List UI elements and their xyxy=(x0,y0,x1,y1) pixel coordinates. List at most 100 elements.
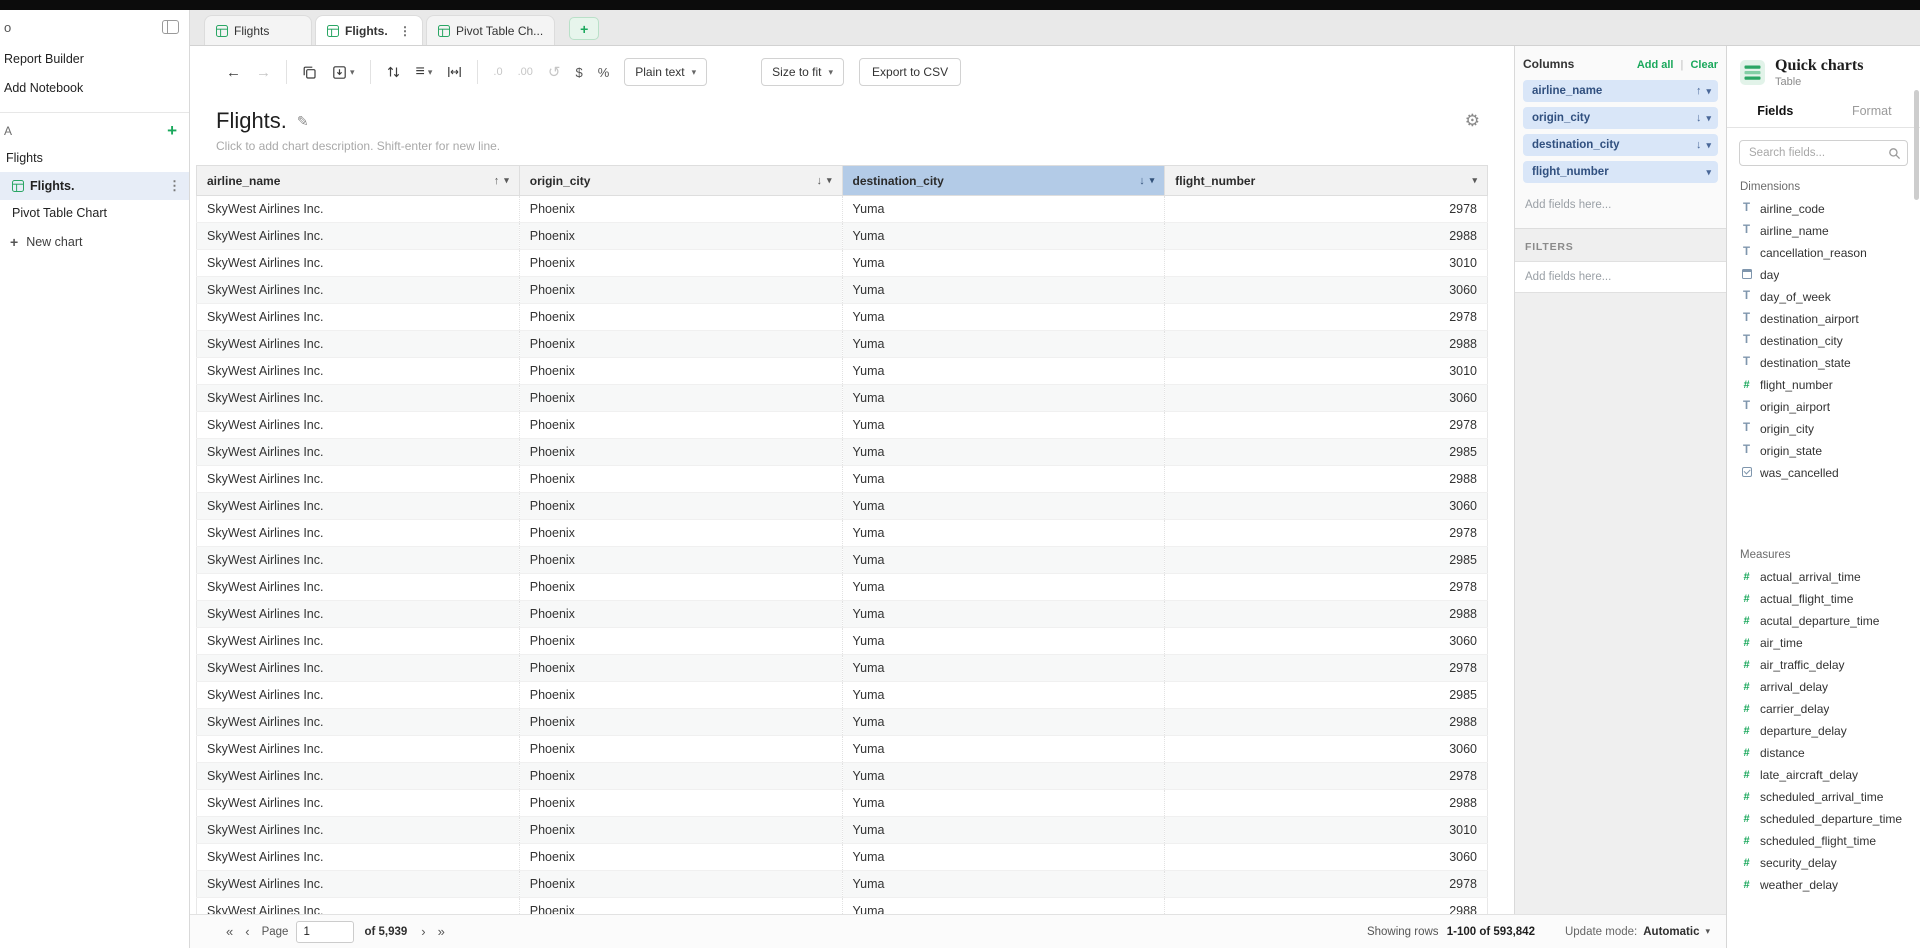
table-cell[interactable]: 2988 xyxy=(1165,466,1488,493)
column-pill-origin_city[interactable]: origin_city↓▾ xyxy=(1523,107,1718,129)
table-cell[interactable]: Yuma xyxy=(842,466,1165,493)
field-item-carrier_delay[interactable]: #carrier_delay xyxy=(1727,698,1920,720)
table-cell[interactable]: 2988 xyxy=(1165,898,1488,915)
new-chart-button[interactable]: + New chart xyxy=(0,226,189,256)
chevron-down-icon[interactable]: ▾ xyxy=(1706,86,1711,97)
table-row[interactable]: SkyWest Airlines Inc.PhoenixYuma3010 xyxy=(197,817,1488,844)
decrease-decimal-icon[interactable]: .0 xyxy=(493,67,502,78)
sort-asc-icon[interactable]: ↑ xyxy=(494,175,500,187)
table-cell[interactable]: SkyWest Airlines Inc. xyxy=(197,547,520,574)
field-item-scheduled_arrival_time[interactable]: #scheduled_arrival_time xyxy=(1727,786,1920,808)
column-header-airline_name[interactable]: airline_name↑▾ xyxy=(197,166,520,196)
field-item-actual_arrival_time[interactable]: #actual_arrival_time xyxy=(1727,566,1920,588)
table-cell[interactable]: Phoenix xyxy=(519,601,842,628)
table-cell[interactable]: 3010 xyxy=(1165,358,1488,385)
page-number-input[interactable] xyxy=(296,921,354,943)
table-row[interactable]: SkyWest Airlines Inc.PhoenixYuma3060 xyxy=(197,736,1488,763)
table-cell[interactable]: SkyWest Airlines Inc. xyxy=(197,601,520,628)
table-row[interactable]: SkyWest Airlines Inc.PhoenixYuma2985 xyxy=(197,439,1488,466)
sort-rows-icon[interactable] xyxy=(386,65,401,79)
table-cell[interactable]: Phoenix xyxy=(519,223,842,250)
sort-desc-icon[interactable]: ↓ xyxy=(1696,112,1702,124)
table-cell[interactable]: SkyWest Airlines Inc. xyxy=(197,520,520,547)
table-cell[interactable]: SkyWest Airlines Inc. xyxy=(197,871,520,898)
field-item-day[interactable]: day xyxy=(1727,264,1920,286)
table-cell[interactable]: 3060 xyxy=(1165,844,1488,871)
table-cell[interactable]: Phoenix xyxy=(519,871,842,898)
table-cell[interactable]: Phoenix xyxy=(519,412,842,439)
tab-flights-chart[interactable]: Flights.⋮ xyxy=(315,15,423,45)
field-item-security_delay[interactable]: #security_delay xyxy=(1727,852,1920,874)
table-row[interactable]: SkyWest Airlines Inc.PhoenixYuma2978 xyxy=(197,412,1488,439)
chevron-down-icon[interactable]: ▾ xyxy=(1706,113,1711,124)
field-item-scheduled_departure_time[interactable]: #scheduled_departure_time xyxy=(1727,808,1920,830)
table-cell[interactable]: 3010 xyxy=(1165,817,1488,844)
column-header-flight_number[interactable]: flight_number▾ xyxy=(1165,166,1488,196)
table-cell[interactable]: 2988 xyxy=(1165,331,1488,358)
text-align-icon[interactable]: ≡ ▾ xyxy=(416,64,433,80)
table-cell[interactable]: Yuma xyxy=(842,493,1165,520)
table-row[interactable]: SkyWest Airlines Inc.PhoenixYuma3060 xyxy=(197,493,1488,520)
table-cell[interactable]: Phoenix xyxy=(519,493,842,520)
table-row[interactable]: SkyWest Airlines Inc.PhoenixYuma2988 xyxy=(197,331,1488,358)
filters-add-fields-dropzone[interactable]: Add fields here... xyxy=(1515,261,1726,293)
new-tab-button[interactable]: + xyxy=(569,17,599,40)
table-cell[interactable]: SkyWest Airlines Inc. xyxy=(197,439,520,466)
column-pill-flight_number[interactable]: flight_number▾ xyxy=(1523,161,1718,183)
chart-description-placeholder[interactable]: Click to add chart description. Shift-en… xyxy=(190,134,1514,165)
table-cell[interactable]: Yuma xyxy=(842,682,1165,709)
columns-add-fields-dropzone[interactable]: Add fields here... xyxy=(1515,188,1726,224)
table-cell[interactable]: SkyWest Airlines Inc. xyxy=(197,844,520,871)
table-cell[interactable]: SkyWest Airlines Inc. xyxy=(197,655,520,682)
field-item-distance[interactable]: #distance xyxy=(1727,742,1920,764)
table-cell[interactable]: Yuma xyxy=(842,304,1165,331)
prev-page-button[interactable]: ‹ xyxy=(245,924,249,939)
table-cell[interactable]: Yuma xyxy=(842,844,1165,871)
table-cell[interactable]: Yuma xyxy=(842,223,1165,250)
table-cell[interactable]: Yuma xyxy=(842,331,1165,358)
table-cell[interactable]: Yuma xyxy=(842,790,1165,817)
table-cell[interactable]: 2988 xyxy=(1165,601,1488,628)
table-row[interactable]: SkyWest Airlines Inc.PhoenixYuma3060 xyxy=(197,628,1488,655)
export-csv-button[interactable]: Export to CSV xyxy=(859,58,961,86)
table-cell[interactable]: 3060 xyxy=(1165,628,1488,655)
table-cell[interactable]: Phoenix xyxy=(519,655,842,682)
column-header-destination_city[interactable]: destination_city↓▾ xyxy=(842,166,1165,196)
table-cell[interactable]: Yuma xyxy=(842,871,1165,898)
table-cell[interactable]: SkyWest Airlines Inc. xyxy=(197,331,520,358)
table-cell[interactable]: Phoenix xyxy=(519,736,842,763)
scrollbar-thumb[interactable] xyxy=(1914,90,1919,200)
duplicate-icon[interactable] xyxy=(302,65,317,80)
last-page-button[interactable]: » xyxy=(438,924,445,939)
field-item-destination_state[interactable]: Tdestination_state xyxy=(1727,352,1920,374)
table-cell[interactable]: Phoenix xyxy=(519,250,842,277)
table-cell[interactable]: Yuma xyxy=(842,439,1165,466)
table-cell[interactable]: Yuma xyxy=(842,412,1165,439)
table-cell[interactable]: Phoenix xyxy=(519,574,842,601)
table-row[interactable]: SkyWest Airlines Inc.PhoenixYuma2988 xyxy=(197,709,1488,736)
table-cell[interactable]: Phoenix xyxy=(519,790,842,817)
table-cell[interactable]: 3010 xyxy=(1165,250,1488,277)
column-pill-destination_city[interactable]: destination_city↓▾ xyxy=(1523,134,1718,156)
tab-pivot-table-chart[interactable]: Pivot Table Ch... xyxy=(426,15,555,45)
table-cell[interactable]: Yuma xyxy=(842,358,1165,385)
chevron-down-icon[interactable]: ▾ xyxy=(827,175,832,186)
field-item-airline_name[interactable]: Tairline_name xyxy=(1727,220,1920,242)
column-pill-airline_name[interactable]: airline_name↑▾ xyxy=(1523,80,1718,102)
table-cell[interactable]: Phoenix xyxy=(519,763,842,790)
field-item-origin_state[interactable]: Torigin_state xyxy=(1727,440,1920,462)
add-item-plus-icon[interactable]: + xyxy=(167,125,177,137)
table-row[interactable]: SkyWest Airlines Inc.PhoenixYuma3060 xyxy=(197,277,1488,304)
table-cell[interactable]: Phoenix xyxy=(519,547,842,574)
field-item-air_time[interactable]: #air_time xyxy=(1727,632,1920,654)
column-header-origin_city[interactable]: origin_city↓▾ xyxy=(519,166,842,196)
table-cell[interactable]: 2978 xyxy=(1165,574,1488,601)
table-cell[interactable]: 2978 xyxy=(1165,520,1488,547)
table-cell[interactable]: Phoenix xyxy=(519,439,842,466)
table-cell[interactable]: Phoenix xyxy=(519,709,842,736)
back-button[interactable]: ← xyxy=(226,65,241,80)
table-row[interactable]: SkyWest Airlines Inc.PhoenixYuma2988 xyxy=(197,466,1488,493)
search-fields-input[interactable] xyxy=(1739,140,1908,166)
table-row[interactable]: SkyWest Airlines Inc.PhoenixYuma3060 xyxy=(197,385,1488,412)
table-cell[interactable]: Yuma xyxy=(842,250,1165,277)
